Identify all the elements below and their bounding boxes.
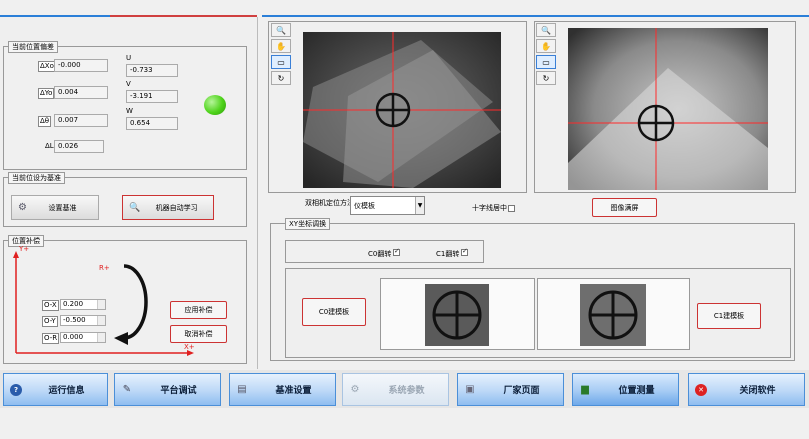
fullscreen-image-button[interactable]: 图像满屏: [592, 198, 657, 217]
camera0-image: [303, 32, 501, 188]
close-icon: ✕: [695, 383, 707, 396]
y-axis-label: Y+: [19, 245, 30, 253]
dl-label: ΔL: [45, 142, 54, 150]
nav-factory-page-label: 厂家页面: [503, 386, 540, 396]
datum-group: 当前位设为基准 ⚙ 设置基准 🔍 机器自动学习: [3, 172, 247, 227]
current-offset-title: 当前位置偏差: [8, 41, 58, 53]
magnifier-icon: 🔍: [129, 202, 141, 213]
nav-factory-page-button[interactable]: ▣ 厂家页面: [457, 373, 564, 406]
nav-run-info-label: 运行信息: [48, 386, 85, 396]
w-value: 0.654: [126, 117, 178, 130]
r-label: R+: [99, 264, 110, 272]
chevron-down-icon: ▼: [415, 197, 424, 214]
dyo-value: 0.004: [54, 86, 108, 99]
v-value: -3.191: [126, 90, 178, 103]
current-offset-group: 当前位置偏差 ΔXo -0.000 ΔYo 0.004 Δθ 0.007 ΔL …: [3, 41, 247, 170]
c1-flip-label: C1翻转: [436, 250, 460, 258]
flip-options-box: C0翻转 C1翻转: [285, 240, 484, 263]
c0-build-template-button[interactable]: C0建模板: [302, 298, 366, 326]
crosshair-center-label: 十字线居中: [472, 204, 507, 212]
nav-platform-debug-label: 平台调试: [160, 386, 197, 396]
auto-learn-label: 机器自动学习: [155, 203, 198, 212]
position-compensation-group: 位置补偿 Y+ X+ R+ O-X 0.200 O-Y -0.500 O-R 0…: [3, 235, 247, 364]
c0-flip-checkbox[interactable]: [393, 247, 400, 256]
nav-datum-setting-label: 基准设置: [275, 386, 312, 396]
positioning-method-label: 双相机定位方法: [305, 199, 354, 207]
auto-learn-button[interactable]: 🔍 机器自动学习: [122, 195, 214, 220]
cancel-compensation-button[interactable]: 取消补偿: [170, 325, 227, 343]
nav-position-measure-button[interactable]: ▆ 位置测量: [572, 373, 679, 406]
nav-system-params-label: 系统参数: [388, 386, 425, 396]
nav-run-info-button[interactable]: ? 运行信息: [3, 373, 108, 406]
xy-swap-title: XY坐标调换: [285, 218, 331, 230]
positioning-method-select[interactable]: 仪模板 ▼: [350, 196, 425, 215]
top-divider-right: [262, 15, 809, 17]
left-panel: 当前位置偏差 ΔXo -0.000 ΔYo 0.004 Δθ 0.007 ΔL …: [0, 17, 258, 369]
u-label: U: [126, 54, 132, 62]
camera1-image: [568, 28, 768, 190]
c1-flip-checkbox[interactable]: [461, 247, 468, 256]
nav-platform-debug-button[interactable]: ✎ 平台调试: [114, 373, 221, 406]
datum-group-title: 当前位设为基准: [8, 172, 65, 184]
gear-icon: ⚙: [18, 202, 27, 213]
v-label: V: [126, 80, 131, 88]
set-datum-label: 设置基准: [48, 203, 77, 212]
c0-flip-label: C0翻转: [368, 250, 392, 258]
x-axis-label: X+: [184, 343, 195, 351]
nav-system-params-button[interactable]: ⚙ 系统参数: [342, 373, 449, 406]
nav-close-software-button[interactable]: ✕ 关闭软件: [688, 373, 805, 406]
wrench-icon: ✎: [122, 384, 132, 395]
w-label: W: [126, 107, 133, 115]
ox-stepper[interactable]: 0.200: [60, 299, 106, 310]
oy-stepper[interactable]: -0.500: [60, 315, 106, 326]
dl-value: 0.026: [54, 140, 104, 153]
camera-icon: ▆: [581, 384, 589, 395]
set-datum-button[interactable]: ⚙ 设置基准: [11, 195, 99, 220]
apply-compensation-button[interactable]: 应用补偿: [170, 301, 227, 319]
c0-template-image: [425, 284, 489, 346]
clipboard-icon: ▤: [237, 384, 247, 395]
crosshair-center-checkbox[interactable]: [508, 204, 515, 212]
u-value: -0.733: [126, 64, 178, 77]
or-stepper[interactable]: 0.000: [60, 332, 106, 343]
oy-label: O-Y: [42, 316, 58, 327]
info-icon: ?: [10, 383, 22, 396]
gear-icon: ⚙: [350, 384, 360, 395]
c1-template-image: [580, 284, 646, 346]
positioning-method-value: 仪模板: [354, 202, 375, 210]
nav-close-software-label: 关闭软件: [739, 386, 776, 396]
dyo-label: ΔYo: [38, 88, 55, 99]
lock-icon: ▣: [465, 384, 475, 395]
status-indicator-light: [204, 95, 226, 115]
ox-label: O-X: [42, 300, 59, 311]
or-label: O-R: [42, 333, 60, 344]
c1-build-template-button[interactable]: C1建模板: [697, 303, 761, 329]
dtheta-label: Δθ: [38, 116, 52, 127]
nav-datum-setting-button[interactable]: ▤ 基准设置: [229, 373, 336, 406]
dxo-value: -0.000: [54, 59, 108, 72]
nav-position-measure-label: 位置测量: [618, 386, 655, 396]
dtheta-value: 0.007: [54, 114, 108, 127]
